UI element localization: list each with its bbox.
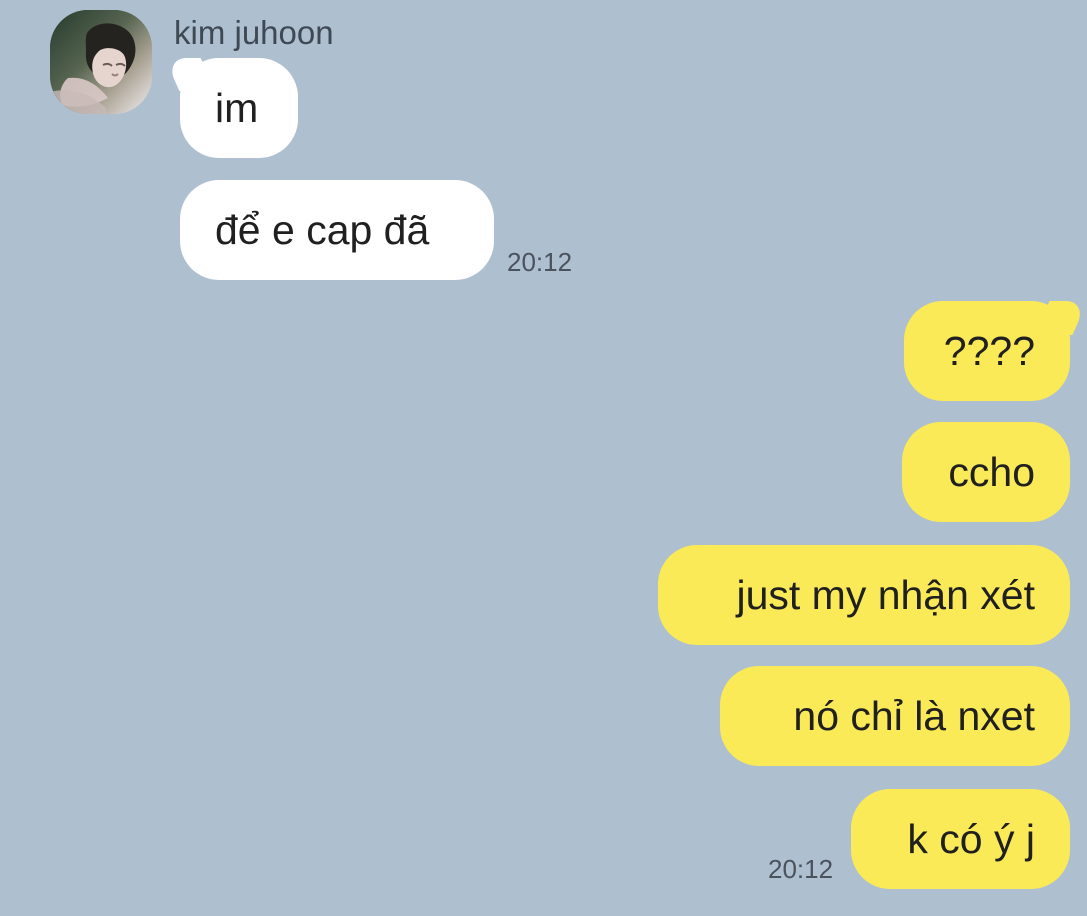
message-text: nó chỉ là nxet [793,693,1035,739]
chat-thread: kim juhoon im để e cap đã 20:12 ???? cch… [0,0,1087,916]
outgoing-message-5[interactable]: k có ý j [851,789,1070,889]
message-text: ???? [943,328,1035,374]
incoming-message-1[interactable]: im [180,58,298,158]
outgoing-timestamp: 20:12 [768,854,834,884]
message-text: ccho [948,449,1035,495]
incoming-message-2[interactable]: để e cap đã [180,180,494,280]
outgoing-message-4[interactable]: nó chỉ là nxet [720,666,1070,766]
message-text: just my nhận xét [736,572,1035,618]
outgoing-message-2[interactable]: ccho [902,422,1070,522]
outgoing-message-3[interactable]: just my nhận xét [658,545,1070,645]
message-text: để e cap đã [215,207,430,253]
outgoing-message-1[interactable]: ???? [904,301,1070,401]
message-text: k có ý j [907,816,1035,862]
contact-avatar[interactable] [50,10,152,114]
incoming-timestamp: 20:12 [507,247,573,277]
message-text: im [215,85,259,131]
contact-name: kim juhoon [174,14,334,51]
